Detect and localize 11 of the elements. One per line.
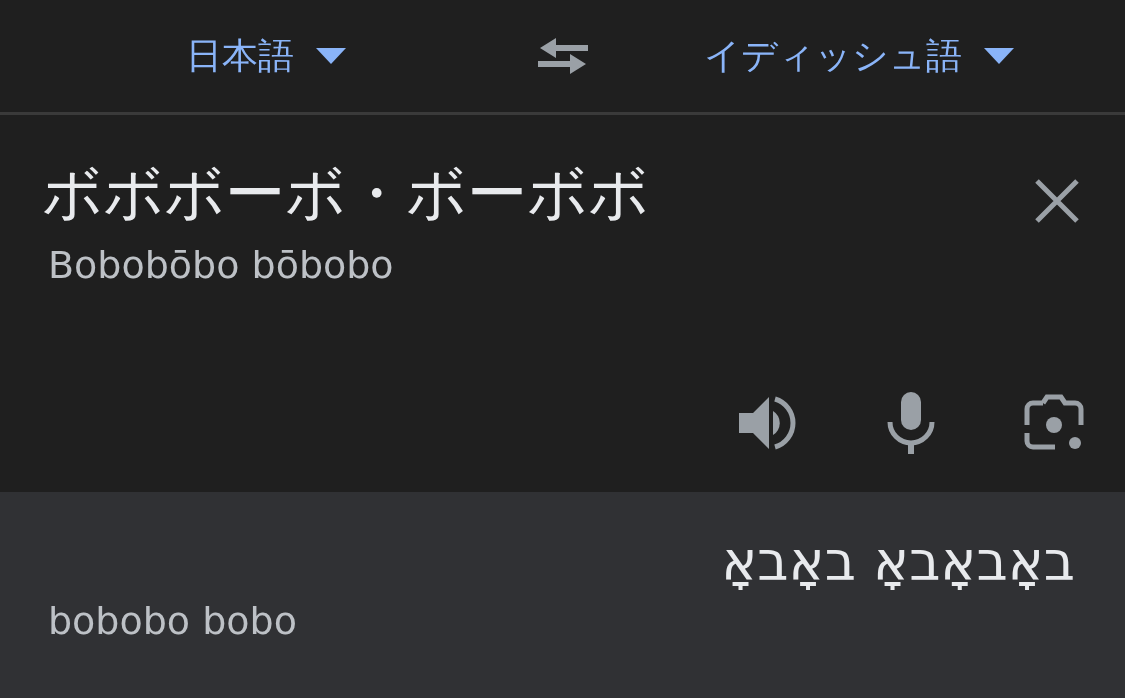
dropdown-icon [316, 48, 347, 64]
source-text[interactable]: ボボボーボ・ボーボボ [42, 115, 1125, 233]
dropdown-icon [983, 48, 1014, 64]
translation-text: באָבאָבאָ באָבאָ [721, 530, 1075, 593]
camera-icon[interactable] [1023, 393, 1085, 453]
microphone-icon[interactable] [887, 392, 935, 454]
romanization-text: bobobo bobo [48, 599, 297, 643]
romanization-text: Bobobōbo bōbobo [48, 243, 395, 287]
source-language-button[interactable]: 日本語 [186, 31, 347, 81]
close-button[interactable] [1033, 177, 1081, 225]
target-language-button[interactable]: イディッシュ語 [703, 31, 1014, 81]
